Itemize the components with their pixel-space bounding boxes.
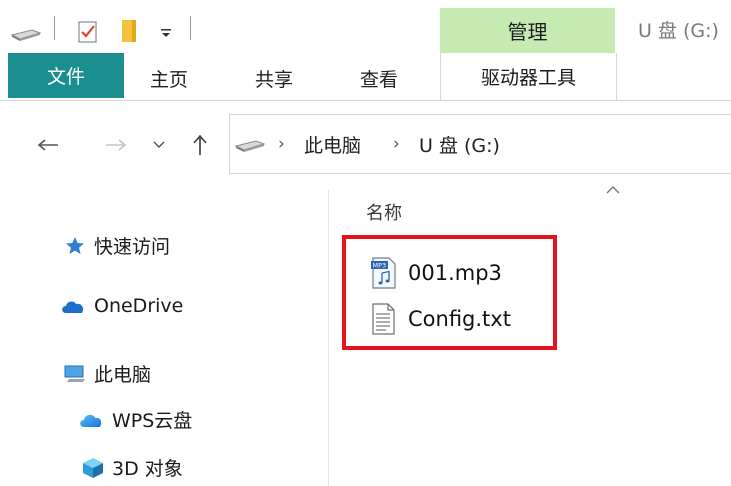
toolbar-separator — [54, 16, 55, 40]
breadcrumb-separator-icon[interactable]: › — [278, 115, 285, 173]
quick-access-toolbar — [0, 0, 440, 52]
mp3-file-icon: MP3 — [370, 257, 398, 289]
svg-text:MP3: MP3 — [373, 262, 387, 270]
breadcrumb-this-pc[interactable]: 此电脑 — [304, 115, 361, 173]
sort-ascending-icon[interactable] — [606, 180, 620, 199]
nav-item-onedrive[interactable]: OneDrive — [58, 294, 183, 318]
computer-icon — [62, 362, 88, 386]
breadcrumb-usb-drive[interactable]: U 盘 (G:) — [419, 115, 500, 173]
nav-item-label: 此电脑 — [94, 364, 152, 386]
file-name: Config.txt — [408, 307, 511, 331]
column-header-name[interactable]: 名称 — [366, 199, 402, 225]
file-explorer-window: 管理 驱动器工具 U 盘 (G:) 文件 主页 共享 查看 › 此电脑 › U … — [0, 0, 731, 486]
recent-locations-button[interactable] — [148, 134, 170, 156]
cloud-icon — [76, 408, 106, 432]
back-button[interactable] — [30, 132, 66, 158]
properties-checkbox-icon[interactable] — [74, 18, 102, 46]
tab-share[interactable]: 共享 — [255, 58, 293, 98]
star-icon — [62, 234, 88, 258]
tab-drive-tools[interactable]: 驱动器工具 — [440, 53, 617, 100]
cloud-icon — [58, 294, 88, 318]
tab-file[interactable]: 文件 — [8, 53, 124, 98]
customize-toolbar-icon[interactable] — [156, 22, 176, 44]
toolbar-separator — [190, 16, 191, 40]
tab-view[interactable]: 查看 — [360, 58, 398, 98]
forward-button[interactable] — [98, 132, 134, 158]
file-row[interactable]: MP3 001.mp3 — [370, 256, 502, 290]
address-bar[interactable]: › 此电脑 › U 盘 (G:) — [229, 114, 731, 174]
chevron-down-icon — [153, 141, 165, 149]
drive-icon[interactable] — [10, 24, 42, 44]
navigation-pane: 快速访问 OneDrive 此电脑 WPS云盘 3D 对象 — [0, 190, 328, 486]
nav-item-label: 3D 对象 — [112, 458, 183, 480]
tab-home[interactable]: 主页 — [150, 58, 188, 98]
nav-item-label: OneDrive — [94, 295, 184, 317]
nav-item-label: 快速访问 — [94, 236, 171, 258]
arrow-up-icon — [193, 134, 207, 155]
nav-item-label: WPS云盘 — [112, 410, 193, 432]
context-tab-header: 管理 — [440, 8, 615, 53]
nav-item-quick-access[interactable]: 快速访问 — [62, 232, 170, 259]
nav-item-this-pc[interactable]: 此电脑 — [62, 360, 151, 387]
ribbon-divider — [0, 100, 731, 101]
breadcrumb-separator-icon[interactable]: › — [393, 115, 400, 173]
file-name: 001.mp3 — [408, 261, 502, 285]
arrow-left-icon — [37, 139, 58, 151]
file-row[interactable]: Config.txt — [370, 302, 511, 336]
cube-icon — [80, 456, 106, 480]
drive-icon — [234, 135, 266, 155]
up-button[interactable] — [186, 130, 214, 160]
nav-item-wps-cloud[interactable]: WPS云盘 — [76, 406, 192, 433]
pane-divider[interactable] — [328, 190, 329, 486]
text-file-icon — [370, 303, 398, 335]
nav-item-3d-objects[interactable]: 3D 对象 — [80, 454, 183, 481]
arrow-right-icon — [106, 139, 127, 151]
window-title: U 盘 (G:) — [638, 20, 719, 42]
new-folder-icon[interactable] — [116, 16, 142, 46]
